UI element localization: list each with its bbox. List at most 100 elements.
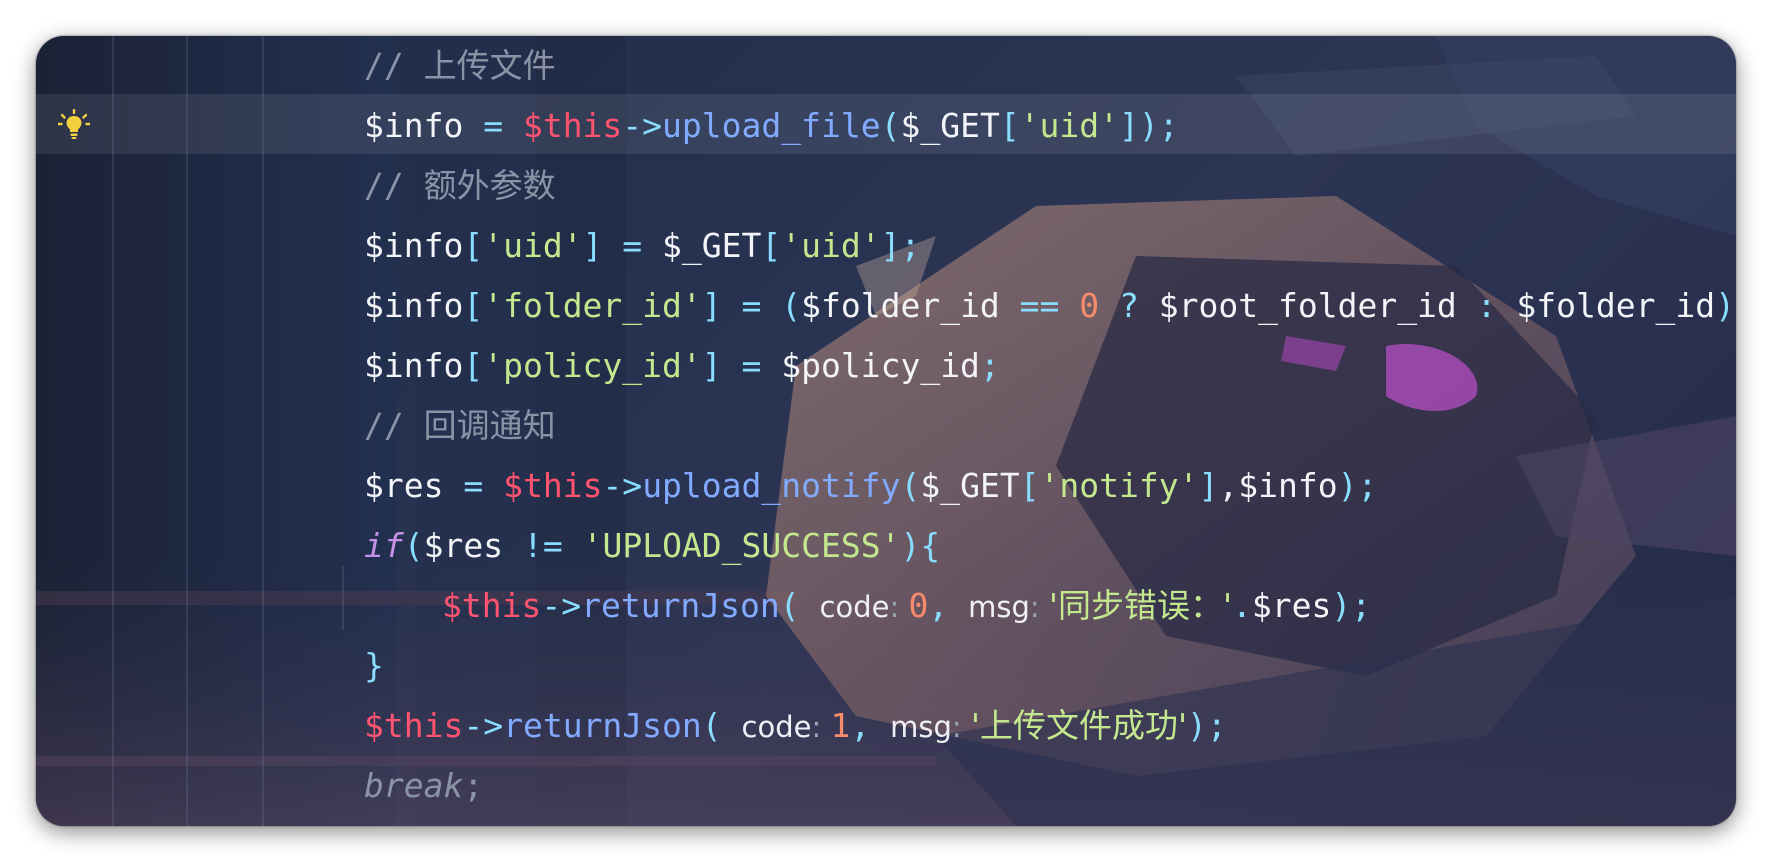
punctuation: ]: [701, 346, 722, 385]
lightbulb-icon[interactable]: [58, 109, 90, 141]
function-call: upload_file: [662, 106, 881, 145]
punctuation: );: [1715, 286, 1736, 325]
variable: $res: [1251, 586, 1332, 625]
code-line-comment: // 额外参数: [364, 156, 1736, 216]
variable: $res: [423, 526, 504, 565]
punctuation: ,: [1218, 466, 1239, 505]
punctuation: ;: [979, 346, 1000, 385]
punctuation: ]: [1198, 466, 1219, 505]
string: '上传文件成功': [970, 706, 1188, 745]
punctuation: );: [1337, 466, 1378, 505]
punctuation: ]: [1119, 106, 1139, 145]
code-content[interactable]: // 上传文件 $info = $this->upload_file($_GET[…: [364, 36, 1736, 816]
variable: $info: [364, 226, 464, 265]
operator: =: [443, 466, 504, 505]
number-literal: 0: [1079, 286, 1100, 325]
punctuation: );: [1138, 106, 1179, 145]
punctuation: ];: [880, 226, 921, 265]
punctuation: );: [1187, 706, 1227, 745]
punctuation: (: [403, 526, 424, 565]
variable: $folder_id: [801, 286, 1000, 325]
punctuation: [: [463, 286, 484, 325]
punctuation: (: [900, 466, 921, 505]
string: 'policy_id': [483, 346, 702, 385]
this-keyword: $this: [522, 106, 623, 145]
code-line-upload-file: $info = $this->upload_file($_GET['uid'])…: [364, 96, 1736, 156]
number-literal: 1: [830, 706, 851, 745]
indent-guide: [262, 36, 264, 826]
variable: $res: [364, 466, 444, 505]
punctuation: [: [463, 346, 484, 385]
string: 'folder_id': [483, 286, 702, 325]
variable: $info: [364, 106, 464, 145]
variable: $_GET: [900, 106, 1000, 145]
string: 'uid': [781, 226, 881, 265]
parameter-hint: code: [819, 590, 890, 624]
code-editor-window: // 上传文件 $info = $this->upload_file($_GET[…: [36, 36, 1736, 826]
this-keyword: $this: [442, 586, 542, 625]
punctuation: [: [999, 106, 1020, 145]
parameter-hint: :: [811, 710, 831, 744]
parameter-hint: :: [951, 710, 971, 744]
code-line-comment: // 上传文件: [364, 36, 1736, 96]
punctuation: }: [364, 646, 384, 685]
operator: ->: [541, 586, 582, 625]
punctuation: ;: [463, 766, 484, 805]
string: 'notify': [1039, 466, 1199, 505]
punctuation: );: [1331, 586, 1372, 625]
operator: :: [1456, 286, 1517, 325]
operator: .: [1232, 586, 1252, 625]
code-line-assign-policy-id: $info['policy_id'] = $policy_id;: [364, 336, 1736, 396]
comment: // 回调通知: [364, 406, 556, 445]
parameter-hint: code: [741, 710, 812, 744]
punctuation: [: [463, 226, 484, 265]
parameter-hint: msg: [890, 710, 952, 744]
punctuation: ){: [900, 526, 941, 565]
variable: $folder_id: [1516, 286, 1716, 325]
punctuation: (: [880, 106, 901, 145]
operator: ->: [463, 706, 504, 745]
string: 'uid': [1019, 106, 1120, 145]
operator: ->: [622, 106, 663, 145]
indent-guide: [186, 36, 188, 826]
string: 'uid': [483, 226, 583, 265]
comment: // 上传文件: [364, 46, 556, 85]
punctuation: ,: [850, 706, 891, 745]
punctuation: [: [761, 226, 782, 265]
variable: $root_folder_id: [1158, 286, 1457, 325]
indent-guide: [342, 566, 344, 630]
code-line-assign-uid: $info['uid'] = $_GET['uid'];: [364, 216, 1736, 276]
parameter-hint: :: [889, 590, 909, 624]
code-line-if: if($res != 'UPLOAD_SUCCESS'){: [364, 516, 1736, 576]
punctuation: (: [779, 586, 820, 625]
operator: =: [602, 226, 663, 265]
function-call: returnJson: [581, 586, 780, 625]
operator: =: [721, 346, 782, 385]
variable: $info: [364, 286, 464, 325]
indent-guide: [112, 36, 114, 826]
variable: $info: [1238, 466, 1338, 505]
function-call: upload_notify: [642, 466, 901, 505]
number-literal: 0: [908, 586, 929, 625]
control-keyword: break: [364, 766, 464, 805]
punctuation: ]: [582, 226, 603, 265]
variable: $info: [364, 346, 464, 385]
operator: !=: [503, 526, 583, 565]
variable: $_GET: [920, 466, 1020, 505]
control-keyword: if: [364, 526, 404, 565]
punctuation: (: [701, 706, 742, 745]
code-line-return-success: $this->returnJson( code: 1, msg: '上传文件成功…: [364, 696, 1736, 756]
operator: =: [721, 286, 782, 325]
code-line-return-error: $this->returnJson( code: 0, msg: '同步错误：'…: [364, 576, 1736, 636]
punctuation: ]: [701, 286, 722, 325]
code-line-comment: // 回调通知: [364, 396, 1736, 456]
code-line-upload-notify: $res = $this->upload_notify($_GET['notif…: [364, 456, 1736, 516]
variable: $_GET: [662, 226, 762, 265]
punctuation: ,: [928, 586, 969, 625]
string: 'UPLOAD_SUCCESS': [582, 526, 901, 565]
code-line-close-brace: }: [364, 636, 1736, 696]
this-keyword: $this: [503, 466, 603, 505]
code-line-break: break;: [364, 756, 1736, 816]
code-line-assign-folder-id: $info['folder_id'] = ($folder_id == 0 ? …: [364, 276, 1736, 336]
this-keyword: $this: [364, 706, 464, 745]
